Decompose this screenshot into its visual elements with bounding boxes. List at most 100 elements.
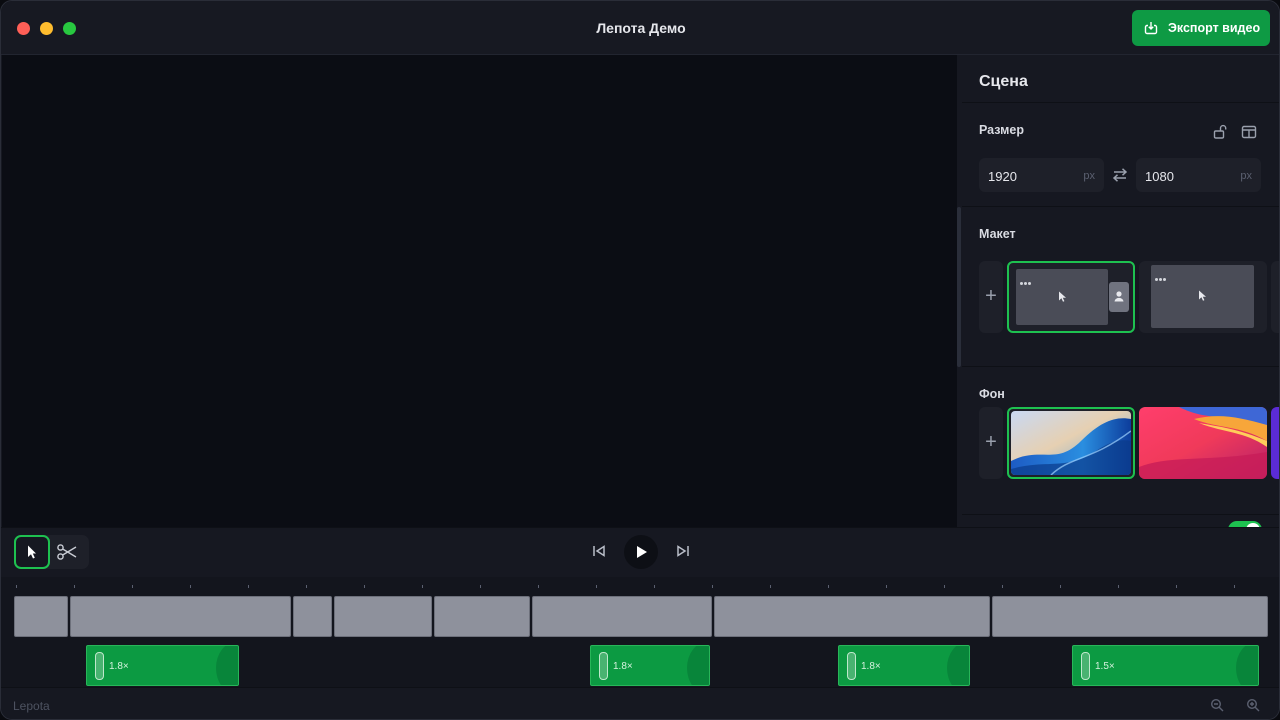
- add-background-button[interactable]: +: [979, 407, 1003, 479]
- ruler-tick: [190, 585, 191, 588]
- ruler-tick: [712, 585, 713, 588]
- ruler-tick: [248, 585, 249, 588]
- skip-back-icon[interactable]: [592, 544, 606, 558]
- segment-fade: [687, 646, 709, 685]
- layout-screen-preview: [1151, 265, 1254, 328]
- play-button[interactable]: [624, 535, 658, 569]
- ruler-tick: [886, 585, 887, 588]
- ruler-tick: [1002, 585, 1003, 588]
- export-video-label: Экспорт видео: [1168, 21, 1261, 35]
- height-field[interactable]: 1080 px: [1136, 158, 1261, 192]
- preview-canvas[interactable]: [2, 55, 957, 527]
- video-clip[interactable]: [14, 596, 68, 637]
- video-clip[interactable]: [434, 596, 530, 637]
- layout-option-screen-only[interactable]: [1139, 261, 1267, 333]
- video-clip[interactable]: [70, 596, 291, 637]
- segment-fade: [216, 646, 238, 685]
- background-title: Фон: [979, 387, 1005, 401]
- layout-panel-icon[interactable]: [1240, 123, 1258, 141]
- zoom-segment[interactable]: 1.8×: [590, 645, 710, 686]
- ruler-tick: [1060, 585, 1061, 588]
- ruler-tick: [596, 585, 597, 588]
- layout-title: Макет: [979, 227, 1016, 241]
- scissors-icon[interactable]: [56, 543, 78, 561]
- skip-forward-icon[interactable]: [676, 544, 690, 558]
- background-section: Фон +: [962, 367, 1279, 515]
- ruler-tick: [538, 585, 539, 588]
- segment-fade: [1236, 646, 1258, 685]
- ruler-tick: [1234, 585, 1235, 588]
- background-option-blue-wave[interactable]: [1007, 407, 1135, 479]
- ruler-tick: [654, 585, 655, 588]
- ruler-tick: [306, 585, 307, 588]
- unlock-icon[interactable]: [1211, 123, 1229, 141]
- zoom-level-label: 1.8×: [613, 661, 633, 672]
- height-value: 1080: [1145, 169, 1174, 184]
- ruler-tick: [16, 585, 17, 588]
- width-value: 1920: [988, 169, 1017, 184]
- swap-dimensions-icon[interactable]: [1111, 167, 1129, 183]
- zoom-in-icon[interactable]: [1246, 698, 1260, 712]
- segment-handle[interactable]: [1081, 652, 1090, 680]
- ruler-tick: [770, 585, 771, 588]
- export-video-button[interactable]: Экспорт видео: [1132, 10, 1270, 46]
- cursor-icon: [1059, 291, 1066, 302]
- timeline[interactable]: 1.8× 1.8× 1.8× 1.5×: [1, 577, 1279, 687]
- background-option-purple[interactable]: [1271, 407, 1279, 479]
- video-clip[interactable]: [334, 596, 432, 637]
- app-window: Лепота Демо Экспорт видео Сцена Размер 1…: [0, 0, 1280, 720]
- panel-resize-handle[interactable]: [957, 207, 961, 367]
- tool-group: [14, 535, 89, 569]
- brand-label: Lepota: [13, 699, 50, 713]
- status-bar: Lepota: [1, 687, 1279, 719]
- video-clip[interactable]: [293, 596, 332, 637]
- ruler-tick: [1176, 585, 1177, 588]
- window-dots-icon: [1020, 272, 1036, 285]
- ruler-tick: [1118, 585, 1119, 588]
- zoom-segment[interactable]: 1.5×: [1072, 645, 1259, 686]
- segment-handle[interactable]: [95, 652, 104, 680]
- zoom-level-label: 1.5×: [1095, 661, 1115, 672]
- video-clip[interactable]: [992, 596, 1268, 637]
- cursor-icon: [1199, 290, 1206, 301]
- segment-handle[interactable]: [847, 652, 856, 680]
- background-wallpaper-blue: [1011, 411, 1131, 475]
- layout-option-partial[interactable]: [1271, 261, 1279, 333]
- playback-controls: [1, 527, 1279, 577]
- ruler-tick: [74, 585, 75, 588]
- ruler-tick: [480, 585, 481, 588]
- ruler-tick: [132, 585, 133, 588]
- segment-handle[interactable]: [599, 652, 608, 680]
- video-clip[interactable]: [714, 596, 990, 637]
- select-tool-button[interactable]: [14, 535, 50, 569]
- background-option-red-wave[interactable]: [1139, 407, 1267, 479]
- scene-sidebar: Сцена Размер 1920 px 1080 px Макет + Фон…: [962, 55, 1279, 527]
- background-wallpaper-red: [1139, 407, 1267, 479]
- export-icon: [1144, 22, 1158, 35]
- layout-section: Макет +: [962, 207, 1279, 367]
- window-dots-icon: [1155, 268, 1171, 281]
- ruler-tick: [828, 585, 829, 588]
- ruler-tick: [364, 585, 365, 588]
- width-field[interactable]: 1920 px: [979, 158, 1104, 192]
- camera-avatar-icon: [1109, 282, 1129, 312]
- zoom-segment[interactable]: 1.8×: [838, 645, 970, 686]
- video-clip[interactable]: [532, 596, 712, 637]
- layout-option-screen-camera[interactable]: [1007, 261, 1135, 333]
- add-layout-button[interactable]: +: [979, 261, 1003, 333]
- layout-screen-preview: [1016, 269, 1108, 325]
- title-bar: Лепота Демо Экспорт видео: [1, 1, 1279, 55]
- zoom-level-label: 1.8×: [109, 661, 129, 672]
- size-title: Размер: [979, 123, 1025, 137]
- segment-fade: [947, 646, 969, 685]
- width-unit: px: [1083, 170, 1095, 182]
- ruler-tick: [944, 585, 945, 588]
- zoom-out-icon[interactable]: [1210, 698, 1224, 712]
- sidebar-heading: Сцена: [962, 55, 1279, 103]
- zoom-segment[interactable]: 1.8×: [86, 645, 239, 686]
- ruler-tick: [422, 585, 423, 588]
- pointer-icon: [28, 545, 36, 559]
- window-title: Лепота Демо: [596, 20, 686, 36]
- height-unit: px: [1240, 170, 1252, 182]
- play-icon: [637, 546, 647, 558]
